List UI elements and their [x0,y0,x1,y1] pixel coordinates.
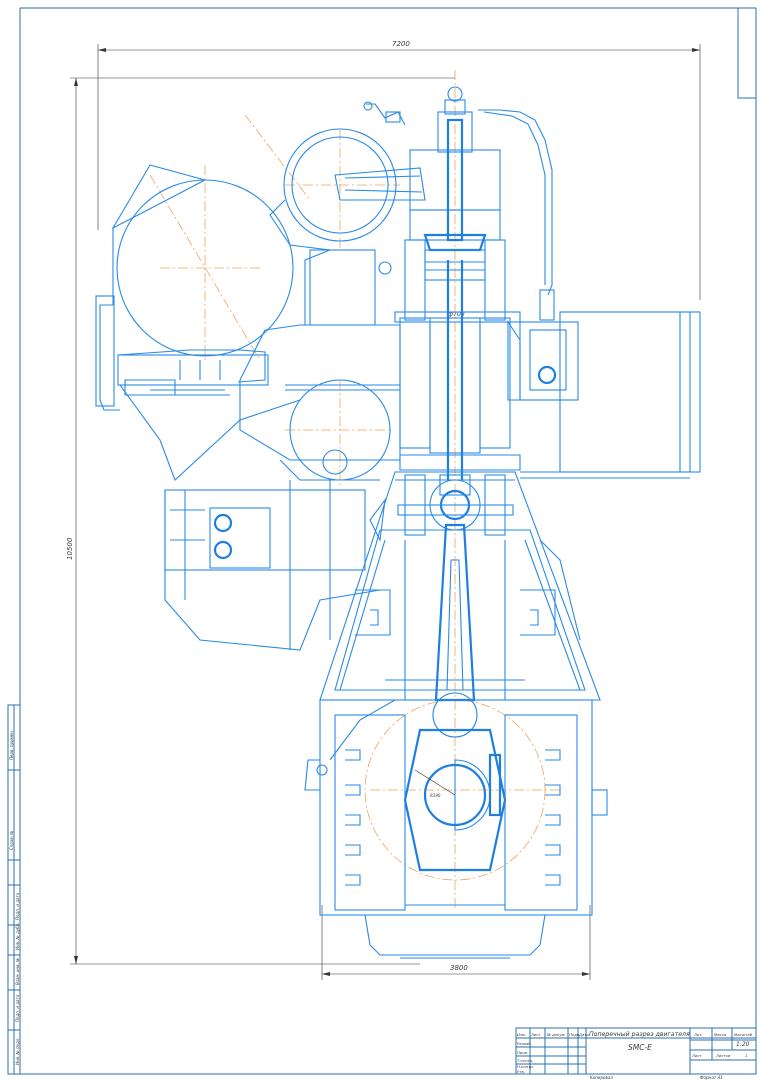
cylinder-section [394,86,521,496]
tb-role: Разраб. [517,1041,532,1046]
tb-sheets-label: Листов [715,1053,731,1058]
side-stamp-text: Взам. инв. № [15,958,20,985]
tb-sheet-label: Лист [691,1053,702,1058]
side-stamp-text: Подп. и дата [15,892,20,920]
dimension-overall-height: 10500 [66,537,74,560]
tb-role: Пров. [517,1050,528,1055]
dimension-base-width: 3800 [450,964,468,972]
tb-mass-label: Масса [714,1032,727,1037]
tb-sheets-value: 1 [745,1053,747,1058]
side-stamp-text: Перв. примен. [9,730,14,760]
drawing-code: SMC-E [628,1043,652,1052]
engine-drawing: Перв. примен. Справ. № Инв. № подл. Подп… [7,7,757,1080]
dimension-overall-width: 7200 [392,40,410,48]
drawing-title: Поперечный разрез двигателя [589,1031,690,1038]
tb-format: Формат А1 [700,1075,723,1080]
tb-scale-label: Масштаб [734,1032,753,1037]
turbocharger-assembly [95,164,301,481]
tb-role: Т.контр. [517,1058,533,1063]
bedplate: R390 [304,699,608,959]
tb-header: Изм. [517,1032,526,1037]
tb-copied: Копировал [590,1075,613,1080]
tb-role: Утв. [517,1069,525,1074]
title-block: Изм. Лист № докум. Подп. Дата Разраб. Пр… [515,1027,757,1080]
side-stamp-text: Справ. № [9,831,14,850]
tb-header: Дата [578,1032,590,1037]
tb-header: Лист [530,1032,541,1037]
side-stamp-text: Инв. № дубл. [15,923,20,950]
exhaust-receiver [269,101,426,326]
tb-header: № докум. [546,1032,566,1037]
dimension-crank-radius: R390 [430,793,441,798]
sheet-frame [7,7,757,1075]
tb-lit-label: Лит. [693,1032,703,1037]
side-stamp-text: Инв. № подл. [15,1037,20,1065]
tb-scale-value: 1:20 [736,1041,750,1048]
drawing-sheet: Перв. примен. Справ. № Инв. № подл. Подп… [0,0,763,1080]
right-platform [478,109,701,479]
side-stamp-text: Подп. и дата [15,994,20,1022]
